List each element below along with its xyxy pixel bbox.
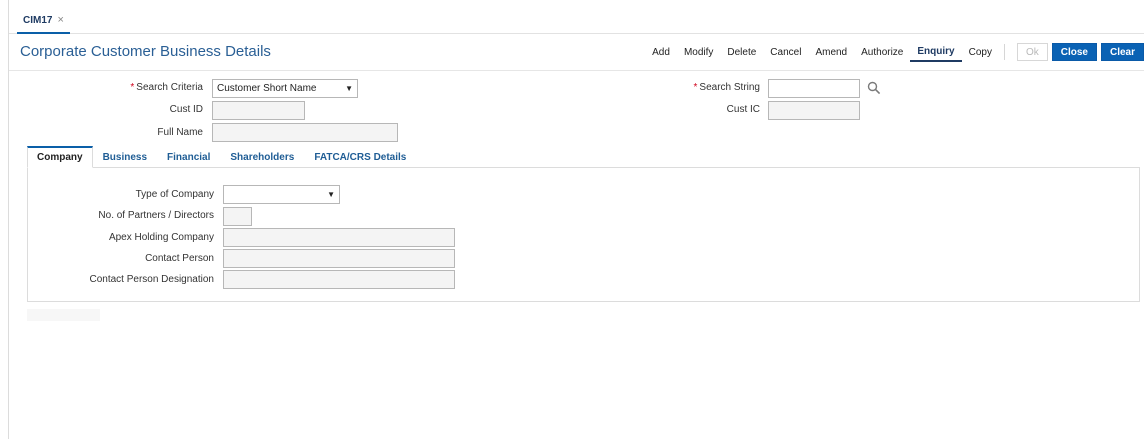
cust-ic-label: Cust IC — [726, 104, 760, 115]
apex-holding-company-label: Apex Holding Company — [108, 232, 214, 243]
detail-tabs: Company Business Financial Shareholders … — [27, 146, 416, 168]
cust-id-field[interactable] — [212, 101, 305, 120]
partners-directors-field[interactable] — [223, 207, 252, 226]
tab-fatca-crs-details[interactable]: FATCA/CRS Details — [304, 146, 416, 168]
search-criteria-value: Customer Short Name — [217, 83, 317, 94]
search-string-input[interactable] — [768, 79, 860, 98]
type-of-company-select[interactable]: ▼ — [223, 185, 340, 204]
apex-holding-company-field[interactable] — [223, 228, 455, 247]
chevron-down-icon: ▼ — [345, 84, 353, 93]
toolbar-divider — [1003, 44, 1005, 60]
contact-person-designation-label: Contact Person Designation — [89, 274, 214, 285]
tab-company[interactable]: Company — [27, 146, 93, 168]
full-name-field[interactable] — [212, 123, 398, 142]
contact-person-designation-field[interactable] — [223, 270, 455, 289]
toolbar-modify[interactable]: Modify — [677, 42, 720, 62]
toolbar-amend[interactable]: Amend — [808, 42, 854, 62]
toolbar-add[interactable]: Add — [645, 42, 677, 62]
tab-financial[interactable]: Financial — [157, 146, 220, 168]
close-icon[interactable]: × — [57, 14, 63, 26]
type-of-company-label: Type of Company — [135, 189, 214, 200]
chevron-down-icon: ▼ — [327, 190, 335, 199]
tab-business[interactable]: Business — [93, 146, 157, 168]
toolbar-delete[interactable]: Delete — [720, 42, 763, 62]
action-toolbar: Add Modify Delete Cancel Amend Authorize… — [645, 42, 1144, 62]
toolbar-copy[interactable]: Copy — [962, 42, 999, 62]
search-criteria-select[interactable]: Customer Short Name ▼ — [212, 79, 358, 98]
tab-shareholders[interactable]: Shareholders — [220, 146, 304, 168]
close-button[interactable]: Close — [1051, 43, 1097, 61]
cust-ic-field[interactable] — [768, 101, 860, 120]
clear-button[interactable]: Clear — [1100, 43, 1144, 61]
partners-directors-label: No. of Partners / Directors — [98, 210, 214, 221]
document-tabstrip: CIM17 × — [9, 0, 1144, 34]
contact-person-field[interactable] — [223, 249, 455, 268]
search-criteria-label: * Search Criteria — [130, 82, 203, 93]
footer-placeholder — [27, 309, 100, 321]
cust-id-label: Cust ID — [169, 104, 203, 115]
ok-button[interactable]: Ok — [1016, 43, 1048, 61]
page-title: Corporate Customer Business Details — [20, 43, 271, 60]
document-tab-cim17[interactable]: CIM17 × — [17, 8, 70, 34]
search-string-label: * Search String — [693, 82, 761, 93]
toolbar-authorize[interactable]: Authorize — [854, 42, 910, 62]
window-border — [8, 0, 9, 439]
header-divider — [9, 70, 1144, 71]
search-icon[interactable] — [867, 81, 881, 95]
toolbar-enquiry[interactable]: Enquiry — [910, 42, 962, 62]
contact-person-label: Contact Person — [145, 253, 214, 264]
toolbar-cancel[interactable]: Cancel — [763, 42, 808, 62]
full-name-label: Full Name — [157, 127, 203, 138]
document-tab-label: CIM17 — [23, 14, 53, 26]
